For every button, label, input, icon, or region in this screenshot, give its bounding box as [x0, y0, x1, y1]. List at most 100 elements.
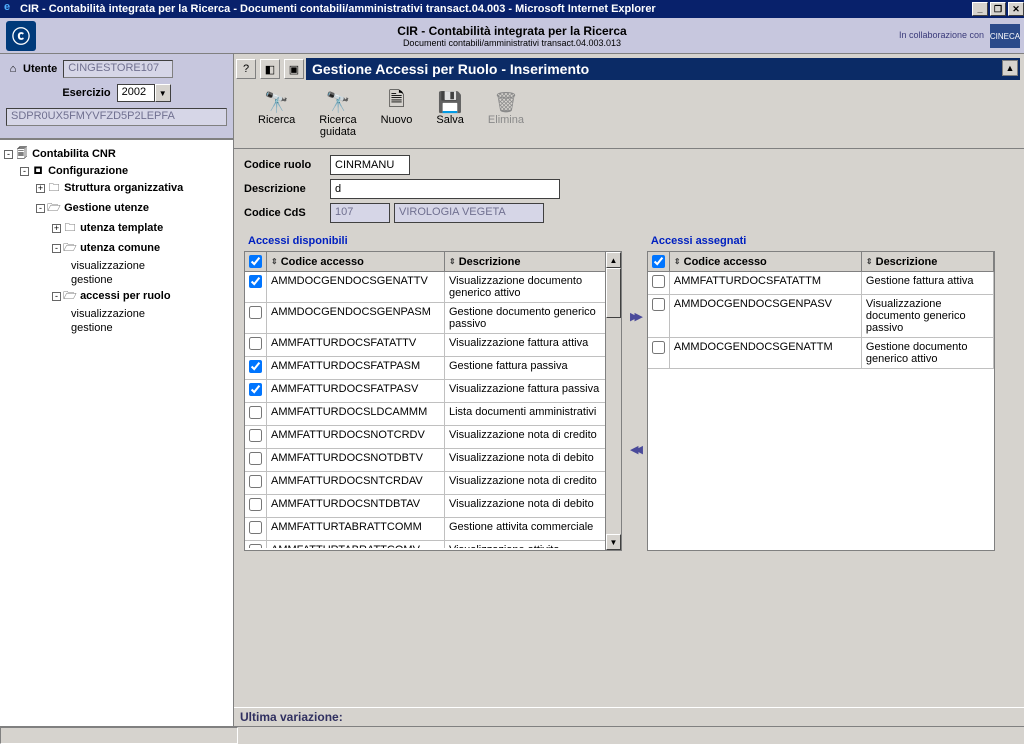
table-row[interactable]: AMMFATTURDOCSFATPASMGestione fattura pas…	[245, 357, 621, 380]
tree-accessi-ruolo[interactable]: accessi per ruolo	[80, 290, 171, 302]
tree-toggle-icon[interactable]: -	[20, 167, 29, 176]
table-row[interactable]: AMMFATTURDOCSNOTCRDVVisualizzazione nota…	[245, 426, 621, 449]
row-code: AMMFATTURDOCSFATPASM	[267, 357, 445, 379]
salva-button[interactable]: 💾 Salva	[436, 90, 464, 138]
session-code-field: SDPR0UX5FMYVFZD5P2LEPFA	[6, 108, 227, 126]
window-minimize-button[interactable]: _	[972, 2, 988, 16]
tree-root[interactable]: Contabilita CNR	[32, 148, 116, 160]
tree-utenza-template[interactable]: utenza template	[80, 222, 163, 234]
row-code: AMMDOCGENDOCSGENPASM	[267, 303, 445, 333]
table-row[interactable]: AMMFATTURDOCSNOTDBTVVisualizzazione nota…	[245, 449, 621, 472]
row-code: AMMDOCGENDOCSGENPASV	[670, 295, 862, 337]
panel-button-2[interactable]: ◧	[260, 59, 280, 79]
table-row[interactable]: AMMFATTURDOCSNTCRDAVVisualizzazione nota…	[245, 472, 621, 495]
table-row[interactable]: AMMFATTURTABRATTCOMVVisualizzazione atti…	[245, 541, 621, 548]
tree-toggle-icon[interactable]: +	[52, 224, 61, 233]
table-row[interactable]: AMMDOCGENDOCSGENPASMGestione documento g…	[245, 303, 621, 334]
row-checkbox[interactable]	[652, 341, 665, 354]
app-subtitle: Documenti contabili/amministrativi trans…	[0, 38, 1024, 48]
elimina-button[interactable]: 🗑 Elimina	[488, 90, 524, 138]
table-row[interactable]: AMMDOCGENDOCSGENATTMGestione documento g…	[648, 338, 994, 369]
tree-uc-gest[interactable]: gestione	[71, 274, 113, 286]
codice-ruolo-input[interactable]	[330, 155, 410, 175]
tree-gestione-utenze[interactable]: Gestione utenze	[64, 202, 149, 214]
folder-icon: 🞓	[31, 165, 45, 178]
search-guided-icon: 🔭	[325, 90, 350, 114]
disponibili-scrollbar[interactable]: ▲ ▼	[605, 252, 621, 550]
window-restore-button[interactable]: ❐	[990, 2, 1006, 16]
row-desc: Visualizzazione attivita	[445, 541, 621, 548]
row-code: AMMFATTURDOCSFATATTV	[267, 334, 445, 356]
ricerca-guidata-button[interactable]: 🔭 Ricerca guidata	[319, 90, 356, 138]
tree-ar-visual[interactable]: visualizzazione	[71, 308, 145, 320]
scroll-thumb[interactable]	[606, 268, 621, 318]
row-checkbox[interactable]	[249, 275, 262, 288]
scroll-up-icon[interactable]: ▲	[606, 252, 621, 268]
ricerca-button[interactable]: 🔭 Ricerca	[258, 90, 295, 138]
window-close-button[interactable]: ✕	[1008, 2, 1024, 16]
sort-icon[interactable]: ⇕	[674, 257, 681, 266]
row-checkbox[interactable]	[652, 275, 665, 288]
table-row[interactable]: AMMDOCGENDOCSGENATTVVisualizzazione docu…	[245, 272, 621, 303]
tree-configurazione[interactable]: Configurazione	[48, 165, 128, 177]
table-row[interactable]: AMMFATTURDOCSFATPASVVisualizzazione fatt…	[245, 380, 621, 403]
table-row[interactable]: AMMFATTURDOCSFATATTMGestione fattura att…	[648, 272, 994, 295]
table-row[interactable]: AMMDOCGENDOCSGENPASVVisualizzazione docu…	[648, 295, 994, 338]
scroll-up-button[interactable]: ▲	[1002, 60, 1018, 76]
sort-icon[interactable]: ⇕	[449, 257, 456, 266]
chevron-down-icon[interactable]: ▼	[155, 84, 171, 102]
panel-button-3[interactable]: ▣	[284, 59, 304, 79]
tree-toggle-icon[interactable]: -	[52, 244, 61, 253]
row-checkbox[interactable]	[249, 475, 262, 488]
assegnati-select-all[interactable]	[652, 255, 665, 268]
tree-toggle-icon[interactable]: -	[4, 150, 13, 159]
col-descr[interactable]: Descrizione	[876, 256, 938, 268]
tree-toggle-icon[interactable]: +	[36, 184, 45, 193]
row-checkbox[interactable]	[249, 360, 262, 373]
row-checkbox[interactable]	[249, 429, 262, 442]
descrizione-input[interactable]	[330, 179, 560, 199]
sort-icon[interactable]: ⇕	[271, 257, 278, 266]
tree-uc-visual[interactable]: visualizzazione	[71, 260, 145, 272]
row-checkbox[interactable]	[249, 306, 262, 319]
row-checkbox[interactable]	[249, 544, 262, 548]
move-right-button[interactable]: ▶▶	[630, 310, 639, 323]
app-collab-label: In collaborazione con	[899, 30, 984, 40]
scroll-down-icon[interactable]: ▼	[606, 534, 621, 550]
row-code: AMMFATTURDOCSFATPASV	[267, 380, 445, 402]
descrizione-label: Descrizione	[244, 183, 330, 195]
action-toolbar: 🔭 Ricerca 🔭 Ricerca guidata 🗎 Nuovo 💾 Sa…	[234, 84, 1024, 149]
disponibili-select-all[interactable]	[249, 255, 262, 268]
ultima-variazione: Ultima variazione:	[234, 707, 1024, 726]
move-left-button[interactable]: ◀◀	[630, 443, 639, 456]
tree-utenza-comune[interactable]: utenza comune	[80, 242, 160, 254]
tree-struttura[interactable]: Struttura organizzativa	[64, 182, 183, 194]
col-codice[interactable]: Codice accesso	[281, 256, 364, 268]
table-row[interactable]: AMMFATTURTABRATTCOMMGestione attivita co…	[245, 518, 621, 541]
nuovo-button[interactable]: 🗎 Nuovo	[381, 90, 413, 138]
tree-toggle-icon[interactable]: -	[36, 204, 45, 213]
row-checkbox[interactable]	[249, 337, 262, 350]
row-checkbox[interactable]	[249, 406, 262, 419]
row-desc: Visualizzazione nota di debito	[445, 495, 621, 517]
esercizio-select[interactable]: 2002 ▼	[117, 84, 171, 102]
col-descr[interactable]: Descrizione	[459, 256, 521, 268]
row-checkbox[interactable]	[249, 383, 262, 396]
row-desc: Gestione attivita commerciale	[445, 518, 621, 540]
col-codice[interactable]: Codice accesso	[684, 256, 767, 268]
table-row[interactable]: AMMFATTURDOCSNTDBTAVVisualizzazione nota…	[245, 495, 621, 518]
tree-ar-gest[interactable]: gestione	[71, 322, 113, 334]
row-desc: Visualizzazione documento generico attiv…	[445, 272, 621, 302]
panel-button-1[interactable]: ?	[236, 59, 256, 79]
row-checkbox[interactable]	[249, 521, 262, 534]
row-code: AMMFATTURTABRATTCOMV	[267, 541, 445, 548]
table-row[interactable]: AMMFATTURDOCSFATATTVVisualizzazione fatt…	[245, 334, 621, 357]
table-row[interactable]: AMMFATTURDOCSLDCAMMMLista documenti ammi…	[245, 403, 621, 426]
row-checkbox[interactable]	[652, 298, 665, 311]
row-checkbox[interactable]	[249, 452, 262, 465]
sort-icon[interactable]: ⇕	[866, 257, 873, 266]
row-checkbox[interactable]	[249, 498, 262, 511]
section-title: Gestione Accessi per Ruolo - Inserimento	[306, 58, 1020, 80]
tree-toggle-icon[interactable]: -	[52, 292, 61, 301]
row-desc: Visualizzazione fattura attiva	[445, 334, 621, 356]
